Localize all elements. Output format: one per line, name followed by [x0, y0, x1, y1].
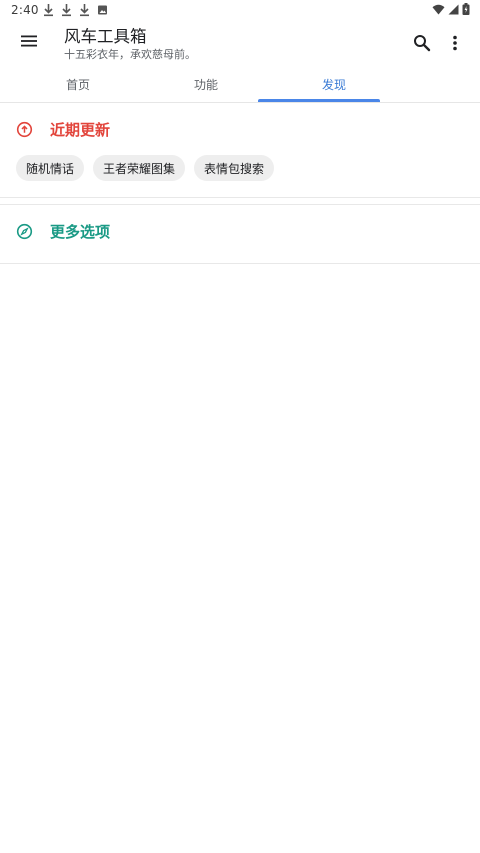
app-title: 风车工具箱 [64, 27, 147, 46]
download-icon [80, 4, 89, 17]
image-icon [98, 5, 107, 15]
wifi-icon [432, 4, 445, 14]
section-divider [0, 263, 480, 264]
arrow-up-circle-icon [16, 121, 33, 137]
tab-bar: 首页 功能 发现 [14, 66, 398, 102]
menu-icon [21, 35, 37, 47]
download-icon [62, 4, 71, 17]
recent-chips: 随机情话 王者荣耀图集 表情包搜索 [16, 155, 275, 181]
more-options-title: 更多选项 [50, 222, 111, 241]
search-button[interactable] [405, 26, 439, 60]
chip-random-love-words[interactable]: 随机情话 [16, 155, 85, 181]
tab-discover[interactable]: 发现 [270, 66, 398, 102]
compass-icon [16, 223, 33, 239]
recent-updates-header[interactable]: 近期更新 [0, 111, 480, 147]
recent-updates-title: 近期更新 [50, 120, 111, 139]
section-divider [0, 197, 480, 198]
cellular-signal-icon [448, 4, 459, 14]
tab-home[interactable]: 首页 [14, 66, 142, 102]
notification-icons [42, 3, 109, 17]
section-divider [0, 204, 480, 205]
status-time: 2:40 [11, 3, 39, 17]
battery-icon [462, 3, 470, 15]
status-bar: 2:40 [0, 0, 480, 20]
tabs-divider [0, 102, 480, 103]
more-vert-icon [453, 35, 457, 51]
search-icon [414, 35, 431, 52]
chip-meme-search[interactable]: 表情包搜索 [194, 155, 275, 181]
menu-button[interactable] [12, 24, 46, 58]
system-icons [432, 3, 470, 15]
chip-honor-of-kings-gallery[interactable]: 王者荣耀图集 [93, 155, 186, 181]
app-bar: 风车工具箱 十五彩衣年，承欢慈母前。 [0, 20, 480, 66]
tab-features[interactable]: 功能 [142, 66, 270, 102]
more-options-header[interactable]: 更多选项 [0, 213, 480, 249]
download-icon [44, 4, 53, 17]
screen: 2:40 风车工具箱 十五彩衣年，承欢慈母前。 首页 功能 发现 近期更新 随机… [0, 0, 480, 853]
app-subtitle: 十五彩衣年，承欢慈母前。 [64, 48, 196, 61]
more-options-button[interactable] [440, 26, 470, 60]
